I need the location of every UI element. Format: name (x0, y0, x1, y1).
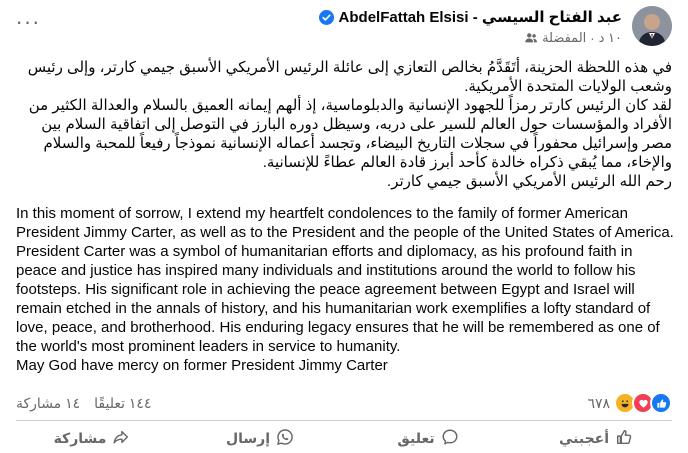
audience-people-icon[interactable] (524, 31, 538, 45)
share-button[interactable]: مشاركة (8, 424, 176, 452)
meta-separator: · (590, 30, 595, 46)
stats-left: ١٤ مشاركة ١٤٤ تعليقًا (16, 395, 151, 412)
arabic-paragraph: في هذه اللحظة الحزينة، أتَقَدَّمُ بخالص … (27, 59, 672, 95)
post-header: ··· AbdelFattah Elsisi - عبد الفتاح السي… (0, 0, 688, 56)
comment-label: تعليق (397, 429, 435, 446)
share-label: مشاركة (53, 429, 107, 446)
audience-label[interactable]: المفضلة (542, 30, 586, 46)
post-text-arabic: في هذه اللحظة الحزينة، أتَقَدَّمُ بخالص … (16, 58, 672, 191)
reactions-count[interactable]: ٦٧٨ (587, 395, 610, 412)
like-label: أعجبني (558, 429, 610, 446)
comment-button[interactable]: تعليق (344, 424, 512, 452)
like-reaction-icon (650, 392, 672, 414)
comments-count[interactable]: ١٤٤ تعليقًا (94, 395, 151, 412)
reaction-icons (614, 392, 672, 414)
post-text-english: In this moment of sorrow, I extend my he… (16, 204, 676, 375)
like-button[interactable]: أعجبني (512, 424, 680, 452)
author-line: AbdelFattah Elsisi - عبد الفتاح السيسي (318, 8, 622, 26)
actions-divider (16, 420, 672, 421)
shares-count[interactable]: ١٤ مشاركة (16, 395, 80, 412)
reactions-summary[interactable]: ٦٧٨ (587, 392, 672, 414)
more-options-button[interactable]: ··· (12, 6, 44, 38)
thumbs-up-icon (615, 428, 633, 449)
action-bar: مشاركة إرسال تعليق أعجبني (8, 424, 680, 452)
english-paragraph: In this moment of sorrow, I extend my he… (16, 205, 674, 355)
post-card: ··· AbdelFattah Elsisi - عبد الفتاح السي… (0, 0, 688, 453)
whatsapp-icon (276, 428, 294, 449)
arabic-paragraph: رحم الله الرئيس الأمريكي الأسبق جيمي كار… (387, 173, 672, 190)
arabic-paragraph: لقد كان الرئيس كارتر رمزاً للجهود الإنسا… (28, 97, 672, 171)
author-avatar[interactable] (632, 6, 672, 46)
send-button[interactable]: إرسال (176, 424, 344, 452)
author-name-link[interactable]: AbdelFattah Elsisi - عبد الفتاح السيسي (339, 8, 622, 26)
english-paragraph: May God have mercy on former President J… (16, 357, 388, 374)
share-icon (112, 428, 130, 449)
comment-icon (441, 428, 459, 449)
send-label: إرسال (225, 429, 271, 446)
post-time[interactable]: ١٠ د (599, 30, 622, 46)
verified-badge-icon (318, 9, 334, 25)
post-meta: المفضلة · ١٠ د (524, 30, 622, 46)
engagement-stats: ١٤ مشاركة ١٤٤ تعليقًا ٦٧٨ (16, 392, 672, 414)
